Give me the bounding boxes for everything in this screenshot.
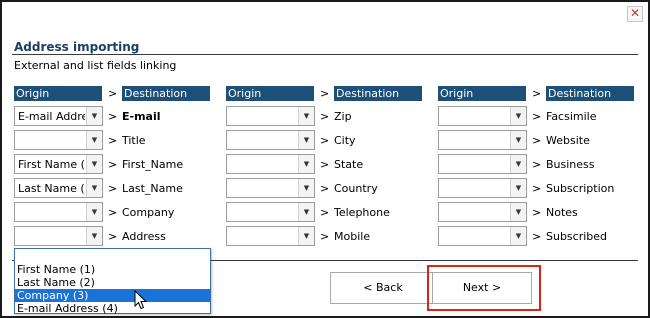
destination-column-header: Destination bbox=[122, 86, 210, 101]
mapping-arrow: > bbox=[320, 110, 330, 123]
destination-field-label: Subscribed bbox=[546, 230, 608, 243]
origin-select[interactable]: ▼ bbox=[438, 106, 527, 126]
destination-field-label: Zip bbox=[334, 110, 352, 123]
mapping-arrow: > bbox=[532, 182, 542, 195]
mapping-arrow: > bbox=[320, 158, 330, 171]
chevron-down-icon[interactable]: ▼ bbox=[510, 227, 526, 245]
mapping-arrow: > bbox=[108, 182, 118, 195]
destination-field-label: Country bbox=[334, 182, 378, 195]
origin-select[interactable]: First Name (1 ▼ bbox=[14, 154, 103, 174]
chevron-down-icon[interactable]: ▼ bbox=[86, 131, 102, 149]
destination-field-label: Address bbox=[122, 230, 166, 243]
origin-select[interactable]: ▼ bbox=[226, 130, 315, 150]
chevron-down-icon[interactable]: ▼ bbox=[86, 203, 102, 221]
chevron-down-icon[interactable]: ▼ bbox=[510, 107, 526, 125]
destination-field-label: Last_Name bbox=[122, 182, 183, 195]
origin-select-value: Last Name (2 bbox=[18, 182, 85, 195]
mapping-arrow: > bbox=[108, 206, 118, 219]
origin-column-header: Origin bbox=[226, 86, 314, 101]
origin-column-header: Origin bbox=[438, 86, 526, 101]
mapping-arrow: > bbox=[320, 182, 330, 195]
header-arrow: > bbox=[108, 87, 118, 100]
origin-select[interactable]: ▼ bbox=[14, 202, 103, 222]
chevron-down-icon[interactable]: ▼ bbox=[86, 227, 102, 245]
mapping-arrow: > bbox=[532, 158, 542, 171]
origin-column-header: Origin bbox=[14, 86, 102, 101]
destination-column-header: Destination bbox=[334, 86, 422, 101]
chevron-down-icon[interactable]: ▼ bbox=[86, 155, 102, 173]
dropdown-option[interactable]: Last Name (2) bbox=[15, 276, 210, 289]
mapping-arrow: > bbox=[532, 134, 542, 147]
chevron-down-icon[interactable]: ▼ bbox=[298, 227, 314, 245]
destination-field-label: Website bbox=[546, 134, 590, 147]
mapping-arrow: > bbox=[108, 110, 118, 123]
origin-select-value: E-mail Addre bbox=[18, 110, 85, 123]
origin-select[interactable]: ▼ bbox=[438, 178, 527, 198]
mouse-pointer-icon bbox=[134, 290, 148, 310]
origin-select[interactable]: ▼ bbox=[438, 202, 527, 222]
chevron-down-icon[interactable]: ▼ bbox=[298, 107, 314, 125]
mapping-arrow: > bbox=[108, 230, 118, 243]
destination-field-label: Title bbox=[122, 134, 146, 147]
destination-field-label: City bbox=[334, 134, 356, 147]
destination-field-label: Business bbox=[546, 158, 595, 171]
chevron-down-icon[interactable]: ▼ bbox=[298, 203, 314, 221]
dropdown-option[interactable]: First Name (1) bbox=[15, 263, 210, 276]
chevron-down-icon[interactable]: ▼ bbox=[510, 203, 526, 221]
origin-select[interactable]: ▼ bbox=[226, 226, 315, 246]
chevron-down-icon[interactable]: ▼ bbox=[510, 131, 526, 149]
mapping-arrow: > bbox=[320, 206, 330, 219]
mapping-arrow: > bbox=[320, 134, 330, 147]
origin-dropdown-list[interactable]: First Name (1) Last Name (2) Company (3) E-… bbox=[14, 248, 211, 315]
chevron-down-icon[interactable]: ▼ bbox=[298, 131, 314, 149]
next-button-highlight bbox=[427, 265, 541, 311]
destination-field-label: First_Name bbox=[122, 158, 184, 171]
mapping-arrow: > bbox=[320, 230, 330, 243]
chevron-down-icon[interactable]: ▼ bbox=[298, 179, 314, 197]
origin-select[interactable]: ▼ bbox=[14, 130, 103, 150]
dropdown-option[interactable]: Company (3) bbox=[15, 289, 210, 302]
destination-field-label: Subscription bbox=[546, 182, 615, 195]
back-button[interactable]: < Back bbox=[330, 272, 436, 304]
destination-field-label: State bbox=[334, 158, 364, 171]
close-icon[interactable]: ✕ bbox=[627, 6, 643, 22]
page-subtitle: External and list fields linking bbox=[14, 59, 177, 72]
chevron-down-icon[interactable]: ▼ bbox=[86, 179, 102, 197]
origin-select[interactable]: ▼ bbox=[226, 154, 315, 174]
destination-field-label: Notes bbox=[546, 206, 578, 219]
dropdown-option[interactable]: E-mail Address (4) bbox=[15, 302, 210, 315]
origin-select[interactable]: ▼ bbox=[438, 154, 527, 174]
mapping-arrow: > bbox=[532, 206, 542, 219]
mapping-arrow: > bbox=[532, 230, 542, 243]
header-arrow: > bbox=[320, 87, 330, 100]
origin-select[interactable]: ▼ bbox=[226, 178, 315, 198]
destination-field-label: Facsimile bbox=[546, 110, 597, 123]
mapping-arrow: > bbox=[108, 134, 118, 147]
destination-column-header: Destination bbox=[546, 86, 634, 101]
origin-select[interactable]: E-mail Addre ▼ bbox=[14, 106, 103, 126]
chevron-down-icon[interactable]: ▼ bbox=[510, 179, 526, 197]
chevron-down-icon[interactable]: ▼ bbox=[298, 155, 314, 173]
origin-select[interactable]: ▼ bbox=[438, 130, 527, 150]
destination-field-label: Company bbox=[122, 206, 175, 219]
origin-select[interactable]: ▼ bbox=[14, 226, 103, 246]
page-title: Address importing bbox=[14, 40, 140, 54]
header-arrow: > bbox=[532, 87, 542, 100]
origin-select-value: First Name (1 bbox=[18, 158, 85, 171]
origin-select[interactable]: ▼ bbox=[226, 202, 315, 222]
origin-select[interactable]: ▼ bbox=[438, 226, 527, 246]
chevron-down-icon[interactable]: ▼ bbox=[510, 155, 526, 173]
origin-select[interactable]: Last Name (2 ▼ bbox=[14, 178, 103, 198]
dropdown-option[interactable] bbox=[15, 249, 210, 262]
title-divider bbox=[12, 54, 638, 55]
origin-select[interactable]: ▼ bbox=[226, 106, 315, 126]
mapping-arrow: > bbox=[532, 110, 542, 123]
chevron-down-icon[interactable]: ▼ bbox=[86, 107, 102, 125]
destination-field-label: Mobile bbox=[334, 230, 371, 243]
mapping-arrow: > bbox=[108, 158, 118, 171]
destination-field-label: E-mail bbox=[122, 110, 161, 123]
destination-field-label: Telephone bbox=[334, 206, 390, 219]
